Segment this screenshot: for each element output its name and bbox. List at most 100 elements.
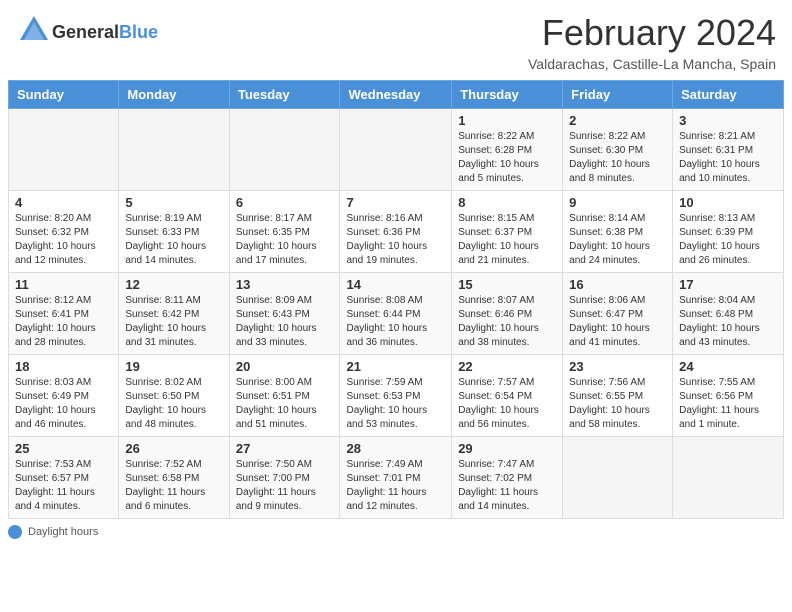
calendar-cell: 12 Sunrise: 8:11 AM Sunset: 6:42 PM Dayli…: [119, 273, 229, 355]
day-number: 13: [236, 277, 334, 292]
page-container: GeneralBlue February 2024 Valdarachas, C…: [0, 0, 792, 545]
calendar-header-wednesday: Wednesday: [340, 81, 452, 109]
calendar-cell: 9 Sunrise: 8:14 AM Sunset: 6:38 PM Daylig…: [563, 191, 673, 273]
calendar-header-saturday: Saturday: [673, 81, 784, 109]
calendar-cell: 7 Sunrise: 8:16 AM Sunset: 6:36 PM Daylig…: [340, 191, 452, 273]
day-info: Sunrise: 7:55 AM Sunset: 6:56 PM Dayligh…: [679, 376, 777, 432]
day-number: 14: [346, 277, 445, 292]
calendar-cell: 20Sunrise: 8:00 AM Sunset: 6:51 PM Dayli…: [229, 355, 340, 437]
calendar-cell: 29 Sunrise: 7:47 AM Sunset: 7:02 PM Dayli…: [452, 437, 563, 519]
day-number: 26: [125, 441, 222, 456]
day-number: 24: [679, 359, 777, 374]
day-info: Sunrise: 7:52 AM Sunset: 6:58 PM Dayligh…: [125, 458, 222, 514]
day-info: Sunrise: 8:16 AM Sunset: 6:36 PM Dayligh…: [346, 212, 445, 268]
day-number: 7: [346, 195, 445, 210]
calendar-cell: 6 Sunrise: 8:17 AM Sunset: 6:35 PM Daylig…: [229, 191, 340, 273]
calendar-week-row: 4 Sunrise: 8:20 AM Sunset: 6:32 PM Daylig…: [9, 191, 784, 273]
day-number: 29: [458, 441, 556, 456]
day-info: Sunrise: 8:14 AM Sunset: 6:38 PM Dayligh…: [569, 212, 666, 268]
logo-text: GeneralBlue: [52, 23, 158, 43]
calendar-cell: 27Sunrise: 7:50 AM Sunset: 7:00 PM Dayli…: [229, 437, 340, 519]
day-info: Sunrise: 8:06 AM Sunset: 6:47 PM Dayligh…: [569, 294, 666, 350]
calendar-cell: 11 Sunrise: 8:12 AM Sunset: 6:41 PM Dayli…: [9, 273, 119, 355]
calendar-cell: [9, 109, 119, 191]
logo-blue: Blue: [119, 22, 158, 42]
day-number: 22: [458, 359, 556, 374]
calendar-cell: [340, 109, 452, 191]
day-info: Sunrise: 8:20 AM Sunset: 6:32 PM Dayligh…: [15, 212, 112, 268]
day-info: Sunrise: 8:22 AM Sunset: 6:28 PM Dayligh…: [458, 130, 556, 186]
calendar-cell: 21 Sunrise: 7:59 AM Sunset: 6:53 PM Dayli…: [340, 355, 452, 437]
month-title: February 2024: [528, 12, 776, 54]
calendar-table: SundayMondayTuesdayWednesdayThursdayFrid…: [8, 80, 784, 519]
calendar-header-tuesday: Tuesday: [229, 81, 340, 109]
day-info: Sunrise: 7:50 AM Sunset: 7:00 PM Dayligh…: [236, 458, 334, 514]
day-number: 4: [15, 195, 112, 210]
day-info: Sunrise: 8:08 AM Sunset: 6:44 PM Dayligh…: [346, 294, 445, 350]
day-number: 11: [15, 277, 112, 292]
day-info: Sunrise: 8:00 AM Sunset: 6:51 PM Dayligh…: [236, 376, 334, 432]
calendar-cell: 8Sunrise: 8:15 AM Sunset: 6:37 PM Daylig…: [452, 191, 563, 273]
calendar-cell: 23Sunrise: 7:56 AM Sunset: 6:55 PM Dayli…: [563, 355, 673, 437]
day-info: Sunrise: 8:02 AM Sunset: 6:50 PM Dayligh…: [125, 376, 222, 432]
calendar-cell: 13 Sunrise: 8:09 AM Sunset: 6:43 PM Dayli…: [229, 273, 340, 355]
location: Valdarachas, Castille-La Mancha, Spain: [528, 56, 776, 72]
calendar-cell: 4 Sunrise: 8:20 AM Sunset: 6:32 PM Daylig…: [9, 191, 119, 273]
day-number: 3: [679, 113, 777, 128]
day-info: Sunrise: 7:53 AM Sunset: 6:57 PM Dayligh…: [15, 458, 112, 514]
day-info: Sunrise: 8:03 AM Sunset: 6:49 PM Dayligh…: [15, 376, 112, 432]
day-number: 9: [569, 195, 666, 210]
calendar-cell: [563, 437, 673, 519]
calendar-header-sunday: Sunday: [9, 81, 119, 109]
calendar-cell: [229, 109, 340, 191]
day-info: Sunrise: 8:21 AM Sunset: 6:31 PM Dayligh…: [679, 130, 777, 186]
day-info: Sunrise: 7:57 AM Sunset: 6:54 PM Dayligh…: [458, 376, 556, 432]
day-number: 12: [125, 277, 222, 292]
logo: GeneralBlue: [16, 12, 158, 53]
calendar-header-row: SundayMondayTuesdayWednesdayThursdayFrid…: [9, 81, 784, 109]
calendar-header-friday: Friday: [563, 81, 673, 109]
calendar-cell: 3 Sunrise: 8:21 AM Sunset: 6:31 PM Daylig…: [673, 109, 784, 191]
day-info: Sunrise: 8:09 AM Sunset: 6:43 PM Dayligh…: [236, 294, 334, 350]
calendar-header-monday: Monday: [119, 81, 229, 109]
day-number: 25: [15, 441, 112, 456]
day-number: 21: [346, 359, 445, 374]
calendar-week-row: 11 Sunrise: 8:12 AM Sunset: 6:41 PM Dayli…: [9, 273, 784, 355]
day-info: Sunrise: 7:59 AM Sunset: 6:53 PM Dayligh…: [346, 376, 445, 432]
calendar-cell: 24 Sunrise: 7:55 AM Sunset: 6:56 PM Dayli…: [673, 355, 784, 437]
day-info: Sunrise: 8:13 AM Sunset: 6:39 PM Dayligh…: [679, 212, 777, 268]
calendar-cell: 18 Sunrise: 8:03 AM Sunset: 6:49 PM Dayli…: [9, 355, 119, 437]
day-info: Sunrise: 8:22 AM Sunset: 6:30 PM Dayligh…: [569, 130, 666, 186]
day-number: 1: [458, 113, 556, 128]
day-number: 6: [236, 195, 334, 210]
day-number: 15: [458, 277, 556, 292]
calendar-cell: 16Sunrise: 8:06 AM Sunset: 6:47 PM Dayli…: [563, 273, 673, 355]
calendar-cell: 22 Sunrise: 7:57 AM Sunset: 6:54 PM Dayli…: [452, 355, 563, 437]
day-number: 18: [15, 359, 112, 374]
day-info: Sunrise: 7:56 AM Sunset: 6:55 PM Dayligh…: [569, 376, 666, 432]
calendar-cell: 1 Sunrise: 8:22 AM Sunset: 6:28 PM Daylig…: [452, 109, 563, 191]
day-info: Sunrise: 8:12 AM Sunset: 6:41 PM Dayligh…: [15, 294, 112, 350]
day-info: Sunrise: 8:04 AM Sunset: 6:48 PM Dayligh…: [679, 294, 777, 350]
day-info: Sunrise: 8:19 AM Sunset: 6:33 PM Dayligh…: [125, 212, 222, 268]
calendar-cell: [119, 109, 229, 191]
calendar-cell: 14 Sunrise: 8:08 AM Sunset: 6:44 PM Dayli…: [340, 273, 452, 355]
calendar-cell: 28 Sunrise: 7:49 AM Sunset: 7:01 PM Dayli…: [340, 437, 452, 519]
calendar-cell: 5Sunrise: 8:19 AM Sunset: 6:33 PM Daylig…: [119, 191, 229, 273]
calendar-cell: 15 Sunrise: 8:07 AM Sunset: 6:46 PM Dayli…: [452, 273, 563, 355]
calendar-cell: 2 Sunrise: 8:22 AM Sunset: 6:30 PM Daylig…: [563, 109, 673, 191]
day-number: 10: [679, 195, 777, 210]
day-number: 2: [569, 113, 666, 128]
calendar-cell: 10 Sunrise: 8:13 AM Sunset: 6:39 PM Dayli…: [673, 191, 784, 273]
calendar-week-row: 25 Sunrise: 7:53 AM Sunset: 6:57 PM Dayli…: [9, 437, 784, 519]
calendar-week-row: 1 Sunrise: 8:22 AM Sunset: 6:28 PM Daylig…: [9, 109, 784, 191]
day-info: Sunrise: 8:11 AM Sunset: 6:42 PM Dayligh…: [125, 294, 222, 350]
day-info: Sunrise: 7:47 AM Sunset: 7:02 PM Dayligh…: [458, 458, 556, 514]
day-info: Sunrise: 8:07 AM Sunset: 6:46 PM Dayligh…: [458, 294, 556, 350]
calendar-cell: 17Sunrise: 8:04 AM Sunset: 6:48 PM Dayli…: [673, 273, 784, 355]
footer: Daylight hours: [0, 519, 792, 545]
day-number: 28: [346, 441, 445, 456]
calendar-cell: 19Sunrise: 8:02 AM Sunset: 6:50 PM Dayli…: [119, 355, 229, 437]
day-info: Sunrise: 8:17 AM Sunset: 6:35 PM Dayligh…: [236, 212, 334, 268]
day-info: Sunrise: 7:49 AM Sunset: 7:01 PM Dayligh…: [346, 458, 445, 514]
